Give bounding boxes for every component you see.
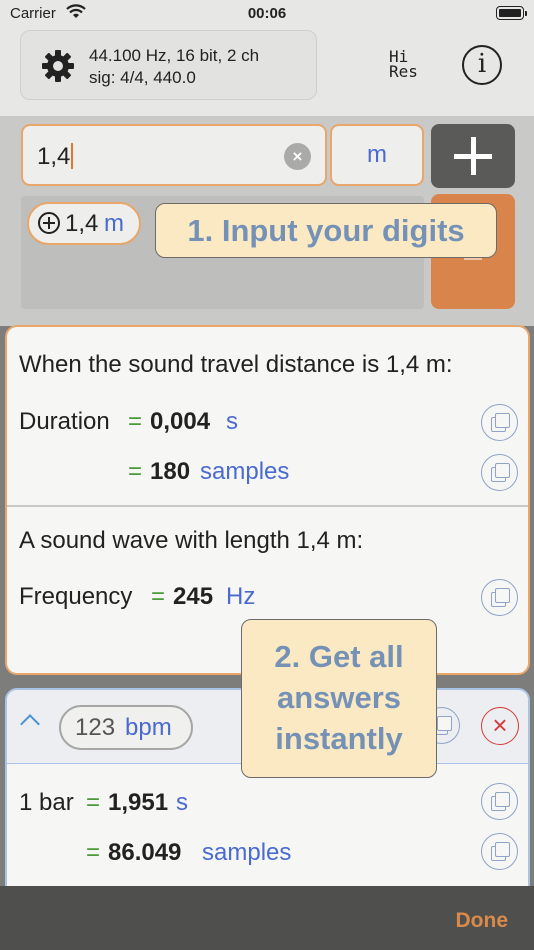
frequency-value: 245 (173, 583, 214, 610)
entry-chip[interactable]: 1,4 m (27, 202, 141, 245)
entry-unit: m (104, 210, 124, 237)
equals-sign: = (86, 839, 101, 866)
status-bar: Carrier 00:06 (0, 0, 534, 28)
equals-sign: = (128, 458, 143, 485)
gear-icon (41, 49, 75, 88)
bar-samples-value: 86.049 (108, 839, 182, 866)
duration-value: 0,004 (150, 408, 211, 435)
wave-heading: A sound wave with length 1,4 m: (19, 527, 364, 554)
divider (7, 505, 528, 507)
bottom-bar: Done (0, 886, 534, 950)
circled-plus-minus-icon (38, 212, 60, 234)
duration-unit: s (226, 408, 238, 435)
samples-unit: samples (200, 458, 290, 485)
distance-heading: When the sound travel distance is 1,4 m: (19, 351, 453, 378)
info-button[interactable]: i (462, 45, 502, 85)
equals-sign: = (151, 583, 166, 610)
signature-label: sig: 4/4, 440.0 (89, 68, 196, 87)
close-icon[interactable]: × (481, 707, 519, 745)
frequency-label: Frequency (19, 583, 133, 610)
clock: 00:06 (247, 5, 287, 22)
text-caret (71, 143, 74, 169)
bar-samples-unit: samples (202, 839, 292, 866)
add-button[interactable] (431, 124, 515, 188)
done-button[interactable]: Done (456, 909, 509, 933)
samples-value: 180 (150, 458, 191, 485)
callout-line: 2. Get all (274, 639, 404, 674)
bar-label: 1 bar (19, 789, 74, 816)
copy-icon[interactable] (481, 833, 518, 870)
audio-settings-button[interactable]: 44.100 Hz, 16 bit, 2 ch sig: 4/4, 440.0 (20, 30, 317, 100)
unit-selector[interactable]: m (330, 124, 424, 186)
callout-line: instantly (275, 721, 403, 756)
bpm-unit: bpm (125, 714, 172, 741)
tutorial-callout-input: 1. Input your digits (155, 203, 497, 258)
copy-icon[interactable] (481, 454, 518, 491)
frequency-unit: Hz (226, 583, 256, 610)
bar-duration-value: 1,951 (108, 789, 169, 816)
copy-icon[interactable] (481, 783, 518, 820)
value-input[interactable]: 1,4 × (21, 124, 327, 186)
entry-value: 1,4 (65, 210, 99, 237)
audio-format-label: 44.100 Hz, 16 bit, 2 ch (89, 46, 260, 65)
callout-line: answers (276, 680, 402, 715)
input-value: 1,4 (37, 143, 71, 170)
equals-sign: = (86, 789, 101, 816)
battery-icon (496, 6, 527, 20)
copy-icon[interactable] (481, 404, 518, 441)
chevron-up-icon[interactable] (20, 714, 40, 734)
hires-label-line2: Res (389, 62, 418, 81)
tutorial-callout-answers: 2. Get all answers instantly (241, 619, 437, 778)
bpm-chip[interactable]: 123 bpm (59, 705, 193, 750)
clear-input-icon[interactable]: × (284, 143, 311, 170)
hires-toggle[interactable]: Hi Res (389, 49, 418, 81)
equals-sign: = (128, 408, 143, 435)
bar-duration-unit: s (176, 789, 188, 816)
bpm-value: 123 (75, 714, 116, 741)
top-toolbar: 44.100 Hz, 16 bit, 2 ch sig: 4/4, 440.0 … (0, 28, 534, 116)
duration-label: Duration (19, 408, 110, 435)
copy-icon[interactable] (481, 579, 518, 616)
